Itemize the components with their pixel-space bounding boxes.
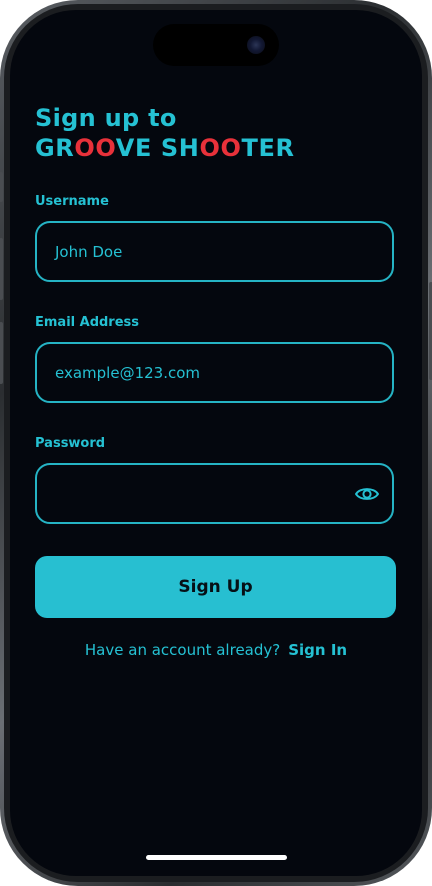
- sign-in-link[interactable]: Sign In: [288, 641, 347, 659]
- title-part-highlight: OO: [74, 134, 116, 162]
- title-part: VE SH: [115, 134, 200, 162]
- password-field[interactable]: [35, 463, 394, 524]
- screen: Sign up to GROOVE SHOOTER Username John …: [10, 10, 422, 876]
- password-label: Password: [35, 436, 106, 451]
- phone-frame: Sign up to GROOVE SHOOTER Username John …: [0, 0, 432, 886]
- sign-up-button[interactable]: Sign Up: [35, 556, 396, 618]
- email-value: example@123.com: [55, 363, 200, 382]
- username-value: John Doe: [55, 242, 123, 261]
- app-name-title: GROOVE SHOOTER: [35, 134, 295, 162]
- home-indicator[interactable]: [146, 855, 287, 860]
- volume-down-button: [0, 322, 3, 384]
- sign-up-button-label: Sign Up: [178, 577, 253, 597]
- footer-row: Have an account already? Sign In: [10, 641, 422, 659]
- username-label: Username: [35, 194, 109, 209]
- eye-icon[interactable]: [354, 481, 380, 507]
- email-label: Email Address: [35, 315, 140, 330]
- volume-up-button: [0, 238, 3, 300]
- dynamic-island: [153, 24, 279, 66]
- camera-icon: [247, 36, 265, 54]
- username-field[interactable]: John Doe: [35, 221, 394, 282]
- email-field[interactable]: example@123.com: [35, 342, 394, 403]
- action-button: [0, 172, 3, 202]
- page-title-line1: Sign up to: [35, 104, 177, 132]
- title-part: TER: [241, 134, 295, 162]
- title-part: GR: [35, 134, 75, 162]
- title-part-highlight: OO: [199, 134, 242, 162]
- footer-text: Have an account already?: [84, 641, 281, 659]
